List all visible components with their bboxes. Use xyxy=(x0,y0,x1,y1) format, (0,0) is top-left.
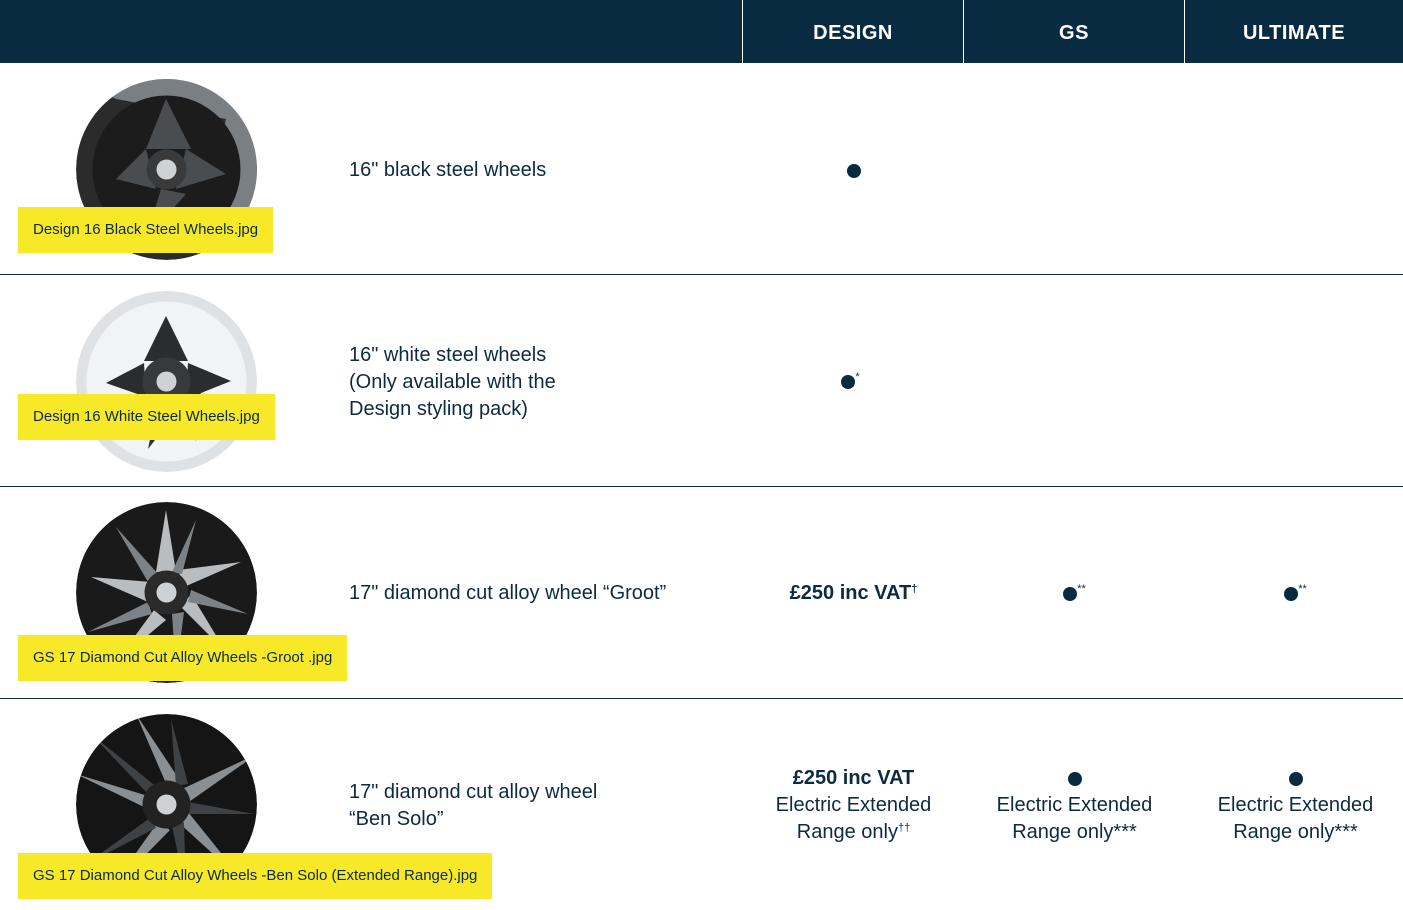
column-header-gs: GS xyxy=(1059,22,1089,44)
gs-availability: ** xyxy=(964,580,1185,607)
wheel-description: 16" black steel wheels xyxy=(349,159,547,181)
design-availability xyxy=(743,157,964,184)
column-header-design: DESIGN xyxy=(813,22,893,44)
image-filename-label: GS 17 Diamond Cut Alloy Wheels -Groot .j… xyxy=(18,635,348,681)
filled-dot-icon xyxy=(1067,771,1082,786)
design-availability: £250 inc VAT Electric Extended Range onl… xyxy=(743,765,964,846)
ultimate-availability: ** xyxy=(1185,580,1403,607)
image-filename-label: Design 16 Black Steel Wheels.jpg xyxy=(18,207,274,253)
filled-dot-icon xyxy=(846,163,861,178)
design-availability: * xyxy=(740,368,961,395)
column-header-ultimate: ULTIMATE xyxy=(1242,22,1346,44)
design-availability: £250 inc VAT† xyxy=(789,582,918,604)
filled-dot-icon xyxy=(1288,771,1303,786)
filled-dot-icon xyxy=(1284,586,1299,601)
header-divider xyxy=(1184,0,1185,63)
header-divider xyxy=(963,0,964,63)
filled-dot-icon xyxy=(841,374,856,389)
wheel-image xyxy=(76,291,257,472)
image-filename-label: Design 16 White Steel Wheels.jpg xyxy=(18,394,275,440)
option-price: £250 inc VAT xyxy=(789,582,912,604)
row-divider xyxy=(0,486,1403,487)
wheel-description: 16" white steel wheels (Only available w… xyxy=(349,344,556,420)
row-divider xyxy=(0,274,1403,275)
wheel-description: 17" diamond cut alloy wheel “Groot” xyxy=(349,582,667,604)
header-divider xyxy=(742,0,743,63)
table-header: DESIGN GS ULTIMATE xyxy=(0,0,1403,63)
wheel-description: 17" diamond cut alloy wheel “Ben Solo” xyxy=(349,781,598,830)
ultimate-availability: Electric Extended Range only*** xyxy=(1185,765,1403,846)
row-divider xyxy=(0,698,1403,699)
image-filename-label: GS 17 Diamond Cut Alloy Wheels -Ben Solo… xyxy=(18,853,493,899)
option-price: £250 inc VAT xyxy=(792,767,915,789)
filled-dot-icon xyxy=(1063,586,1078,601)
gs-availability: Electric Extended Range only*** xyxy=(964,765,1185,846)
